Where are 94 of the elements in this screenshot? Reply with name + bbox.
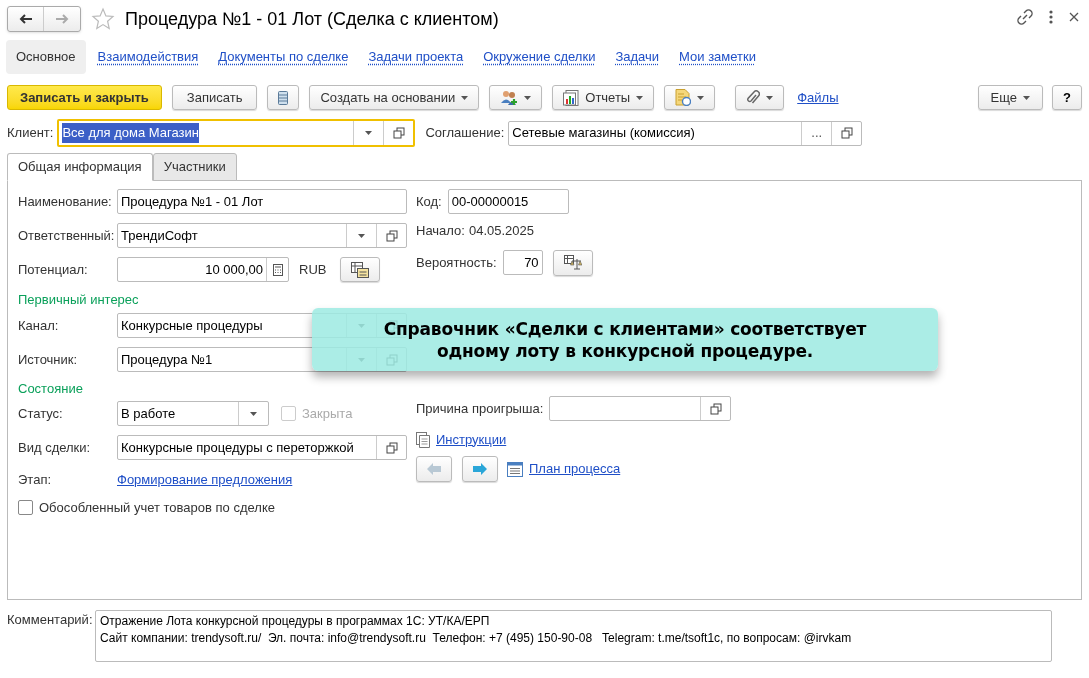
- save-and-close-button[interactable]: Записать и закрыть: [7, 85, 162, 110]
- scales-icon: [563, 254, 582, 271]
- potential-field[interactable]: 10 000,00: [117, 257, 289, 282]
- field-label: Причина проигрыша:: [416, 399, 544, 418]
- caret-icon: [358, 233, 365, 238]
- field-label: Вид сделки:: [18, 438, 92, 457]
- table-icon: [507, 461, 523, 477]
- next-stage-button[interactable]: [462, 456, 498, 482]
- field-label: Потенциал:: [18, 260, 89, 279]
- probability-button[interactable]: [552, 249, 593, 276]
- table-icon: [351, 261, 370, 278]
- more-button[interactable]: Еще: [977, 85, 1044, 110]
- forward-arrow-icon: [55, 14, 69, 24]
- users-icon: [500, 89, 519, 106]
- save-button[interactable]: Записать: [171, 85, 258, 110]
- field-label: Начало:: [416, 221, 465, 240]
- list-icon: [278, 90, 289, 105]
- process-plan-link[interactable]: План процесса: [529, 459, 621, 479]
- right-arrow-icon: [473, 463, 487, 475]
- close-icon[interactable]: [1069, 12, 1079, 22]
- form-tab[interactable]: Общая информация: [7, 153, 153, 181]
- field-label: Канал:: [18, 316, 60, 335]
- agreement-field[interactable]: Сетевые магазины (комиссия) ...: [508, 120, 863, 146]
- nav-tab[interactable]: Окружение сделки: [483, 47, 596, 67]
- caret-icon: [461, 95, 469, 100]
- caret-icon: [524, 95, 532, 100]
- status-field[interactable]: В работе: [117, 401, 269, 426]
- nav-tab[interactable]: Основное: [6, 40, 86, 74]
- field-label: Статус:: [18, 404, 64, 423]
- instructions-link[interactable]: Инструкции: [436, 429, 507, 450]
- nav-tab[interactable]: Мои заметки: [679, 47, 756, 67]
- field-label: Источник:: [18, 350, 79, 369]
- open-icon: [392, 127, 405, 139]
- checkbox-label: Закрыта: [302, 404, 353, 423]
- caret-icon: [766, 95, 774, 100]
- caret-icon: [1023, 95, 1031, 100]
- responsible-field[interactable]: ТрендиСофт: [117, 223, 407, 248]
- create-based-on-button[interactable]: Создать на основании: [309, 85, 480, 110]
- paperclip-icon: [746, 89, 761, 106]
- loss-reason-field[interactable]: [549, 396, 732, 421]
- link-icon[interactable]: [1017, 9, 1033, 25]
- field-label: Вероятность:: [416, 253, 497, 272]
- more-icon[interactable]: [1049, 10, 1053, 24]
- window-title: Процедура №1 - 01 Лот (Сделка с клиентом): [125, 7, 499, 31]
- field-label: Наименование:: [18, 192, 113, 211]
- caret-icon: [636, 95, 644, 100]
- left-arrow-icon: [427, 463, 441, 475]
- section-heading: Первичный интерес: [18, 291, 140, 310]
- attachment-button[interactable]: [735, 85, 785, 110]
- reports-button[interactable]: Отчеты: [552, 85, 655, 110]
- caret-icon: [697, 95, 705, 100]
- field-label: Ответственный:: [18, 226, 116, 245]
- users-button[interactable]: [489, 85, 543, 110]
- list-button[interactable]: [267, 85, 300, 110]
- start-date: 04.05.2025: [468, 221, 534, 240]
- document-button[interactable]: [664, 85, 716, 110]
- checkbox-label: Обособленный учет товаров по сделке: [39, 498, 275, 517]
- calculator-icon: [272, 263, 283, 276]
- field-label: Код:: [416, 192, 442, 211]
- deal-type-field[interactable]: Конкурсные процедуры с переторжкой: [117, 435, 407, 460]
- nav-tab[interactable]: Документы по сделке: [218, 47, 349, 67]
- caret-icon: [365, 131, 373, 135]
- form-tab[interactable]: Участники: [152, 153, 237, 181]
- choose-button[interactable]: ...: [811, 123, 823, 143]
- nav-tab[interactable]: Задачи: [615, 47, 660, 67]
- stage-link[interactable]: Формирование предложения: [117, 469, 293, 490]
- comment-field[interactable]: Отражение Лота конкурсной процедуры в программах 1С: УТ/КА/ЕРП Сайт компании: trendysoft.ru/ Эл. почта: info@trendysoft.ru Телефон: +7 (495) 150-90-08 Telegram: t.me/tsoft1c, по вопросам: @irvkam: [95, 610, 1052, 662]
- files-link[interactable]: Файлы: [797, 87, 839, 108]
- field-label: Клиент:: [7, 124, 54, 143]
- open-icon: [385, 441, 398, 454]
- currency-label: RUB: [299, 260, 327, 279]
- back-arrow-icon: [18, 14, 33, 24]
- field-label: Соглашение:: [425, 124, 505, 143]
- field-label: Этап:: [18, 470, 53, 489]
- nav-tab[interactable]: Взаимодействия: [97, 47, 199, 67]
- callout-tooltip: Справочник «Сделки с клиентами» соответствует одному лоту в конкурсной процедуре.: [312, 308, 938, 371]
- checkbox[interactable]: [18, 500, 33, 515]
- section-heading: Состояние: [18, 380, 84, 399]
- help-button[interactable]: ?: [1052, 85, 1082, 110]
- document-clock-icon: [675, 89, 692, 106]
- open-icon: [385, 229, 398, 242]
- code-field[interactable]: 00-00000015: [447, 189, 569, 214]
- star-icon[interactable]: [91, 7, 115, 31]
- currency-button[interactable]: [340, 257, 381, 282]
- document-icon: [416, 431, 430, 448]
- open-icon: [840, 127, 853, 139]
- open-icon: [709, 402, 722, 415]
- client-field[interactable]: Все для дома Магазин: [57, 119, 416, 147]
- field-label: Комментарий:: [7, 611, 94, 629]
- probability-field[interactable]: 70: [502, 250, 543, 275]
- report-icon: [563, 89, 580, 106]
- nav-tab[interactable]: Задачи проекта: [368, 47, 464, 67]
- caret-icon: [250, 411, 257, 416]
- name-field[interactable]: Процедура №1 - 01 Лот: [117, 189, 407, 214]
